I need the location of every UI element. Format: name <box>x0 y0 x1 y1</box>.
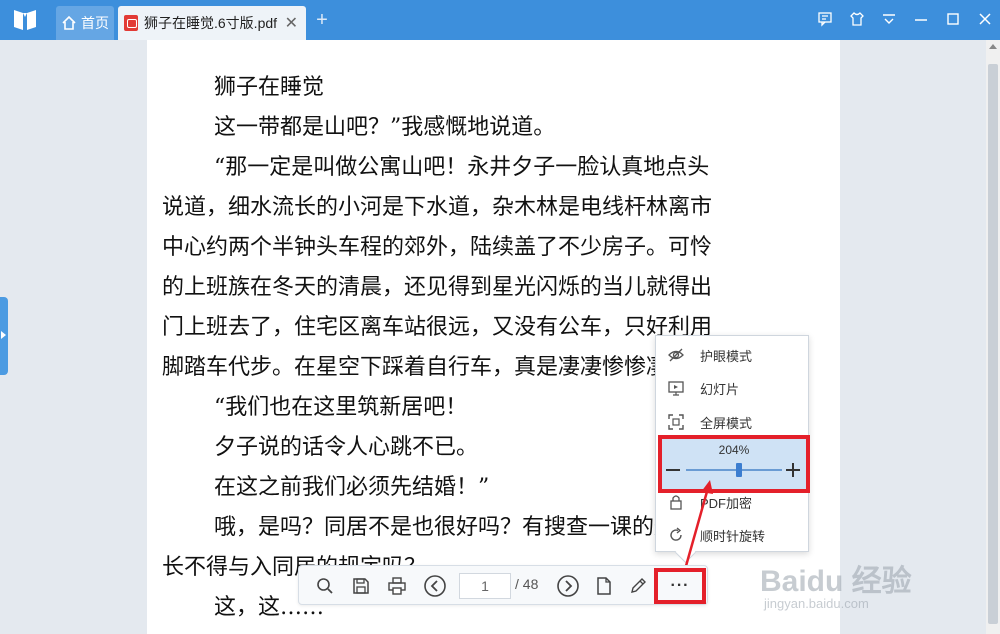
annotation-arrow <box>684 480 713 567</box>
close-window-icon[interactable] <box>976 8 994 30</box>
zoom-in-button-vertical[interactable] <box>792 463 794 477</box>
search-icon[interactable] <box>313 574 337 598</box>
previous-page-button[interactable] <box>423 574 447 598</box>
tab-document[interactable]: 狮子在睡觉.6寸版.pdf ✕ <box>118 6 306 40</box>
zoom-slider-thumb[interactable] <box>735 463 742 477</box>
skin-icon[interactable] <box>848 8 866 30</box>
watermark-url: jingyan.baidu.com <box>764 596 869 611</box>
menu-item-rotate[interactable]: 顺时针旋转 <box>656 520 808 550</box>
maximize-icon[interactable] <box>944 8 962 30</box>
scroll-up-arrow-icon[interactable] <box>989 44 997 49</box>
feedback-icon[interactable] <box>816 8 834 30</box>
pdf-file-icon <box>124 15 138 31</box>
tab-home[interactable]: 首页 <box>56 6 114 40</box>
page-number-input[interactable]: 1 <box>459 573 511 599</box>
app-logo-icon[interactable] <box>12 8 38 32</box>
annotate-pen-icon[interactable] <box>626 574 650 598</box>
title-bar: 首页 狮子在睡觉.6寸版.pdf ✕ + <box>0 0 1000 40</box>
sidebar-toggle-handle[interactable] <box>0 297 8 375</box>
menu-dropdown-icon[interactable] <box>880 8 898 30</box>
menu-item-fullscreen[interactable]: 全屏模式 <box>656 407 808 437</box>
vertical-scrollbar[interactable] <box>986 40 1000 634</box>
menu-item-pdf-encrypt[interactable]: PDF加密 <box>656 487 808 517</box>
text-line: 狮子在睡觉 <box>214 75 325 100</box>
zoom-level-label: 204% <box>718 443 750 457</box>
window-controls <box>816 8 994 30</box>
text-line: 这一带都是山吧？”我感慨地说道。 <box>214 115 556 140</box>
menu-item-eye-care[interactable]: 护眼模式 <box>656 340 808 370</box>
baidu-watermark: Baidu 经验 jingyan.baidu.com <box>760 556 960 616</box>
close-tab-icon[interactable]: ✕ <box>285 13 298 33</box>
text-line: 说道，细水流长的小河是下水道，杂木林是电线杆林离市 <box>162 195 713 220</box>
page-view-icon[interactable] <box>592 574 616 598</box>
more-options-popup: 护眼模式 幻灯片 全屏模式 204% PDF加密 顺时针旋转 <box>655 335 810 552</box>
menu-item-label: 全屏模式 <box>700 415 753 431</box>
bottom-toolbar: 1 / 48 ··· <box>298 565 708 605</box>
text-line: 中心约两个半钟头车程的郊外，陆续盖了不少房子。可怜 <box>162 235 713 260</box>
eye-off-icon <box>666 345 686 365</box>
slideshow-icon <box>666 378 686 398</box>
watermark-logo: Baidu 经验 <box>760 565 912 598</box>
scroll-thumb[interactable] <box>988 64 998 624</box>
zoom-out-button[interactable] <box>666 469 680 471</box>
fullscreen-icon <box>666 412 686 432</box>
next-page-button[interactable] <box>556 574 580 598</box>
menu-item-slideshow[interactable]: 幻灯片 <box>656 373 808 403</box>
save-icon[interactable] <box>349 574 373 598</box>
tab-document-label: 狮子在睡觉.6寸版.pdf <box>144 15 278 31</box>
zoom-slider-track[interactable] <box>686 469 782 471</box>
more-options-button[interactable]: ··· <box>654 568 706 604</box>
minimize-icon[interactable] <box>912 8 930 30</box>
menu-item-label: 幻灯片 <box>700 381 740 397</box>
home-icon <box>62 15 76 30</box>
text-line: 的上班族在冬天的清晨，还见得到星光闪烁的当儿就得出 <box>162 275 713 300</box>
print-icon[interactable] <box>385 574 409 598</box>
tab-home-label: 首页 <box>81 15 109 31</box>
text-line: “那一定是叫做公寓山吧！永井夕子一脸认真地点头 <box>214 155 710 180</box>
page-total: / 48 <box>515 576 539 592</box>
add-tab-button[interactable]: + <box>310 8 334 32</box>
menu-item-label: 护眼模式 <box>700 348 753 364</box>
